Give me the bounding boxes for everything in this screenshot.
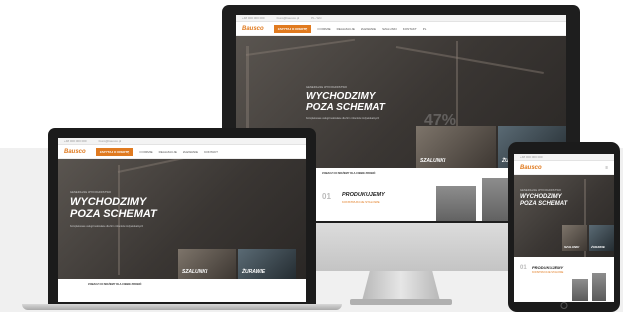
produce-title: PRODUKUJEMY [342, 192, 385, 198]
crane-arm-shape [245, 38, 356, 56]
nav-cta-button[interactable]: ZAPYTAJ O OFERTĘ [273, 24, 312, 33]
content-section: 01 PRODUKUJEMY KONSTRUKCJE STALOWE [514, 257, 614, 301]
imac-foot [350, 299, 452, 305]
hero-text: Kompleksowe usługi budowlane dla firm i … [70, 225, 144, 228]
hero-title-line2: POZA SCHEMAT [520, 201, 568, 207]
tile-label: SZALUNKI [564, 245, 580, 249]
nav-cta-button[interactable]: ZAPYTAJ O OFERTĘ [95, 147, 134, 156]
building-image [572, 279, 588, 301]
main-nav: Bausco ☰ [514, 161, 614, 175]
tile-label: ŻURAWIE [591, 245, 605, 249]
tile-szalunki[interactable]: SZALUNKI [178, 249, 236, 279]
nav-item-o-firmie[interactable]: O FIRMIE [317, 27, 330, 31]
nav-item-kontakt[interactable]: KONTAKT [403, 27, 417, 31]
topbar-email[interactable]: biuro@bausco.pl [277, 16, 300, 20]
hero-title-line1: WYCHODZIMY [520, 194, 562, 200]
site-logo[interactable]: Bausco [64, 149, 86, 155]
nav-item-realizacje[interactable]: REALIZACJE [159, 150, 177, 154]
topbar-phone[interactable]: +48 000 000 000 [64, 139, 87, 143]
main-nav: Bausco ZAPYTAJ O OFERTĘ O FIRMIE REALIZA… [58, 145, 306, 159]
hero-title-line2: POZA SCHEMAT [306, 102, 385, 113]
crane-arm-shape [395, 46, 544, 75]
building-image [592, 273, 606, 301]
tile-szalunki[interactable]: SZALUNKI [562, 225, 587, 251]
building-image [436, 186, 476, 221]
hero-text: Kompleksowe usługi budowlane dla firm i … [306, 117, 380, 120]
hero-kicker: GENERALNE WYKONAWSTWO [520, 189, 562, 192]
tile-label: ŻURAWIE [242, 269, 266, 275]
tablet-device: +48 000 000 000 Bausco ☰ GENERALNE WYKON… [508, 142, 620, 312]
hero-kicker: GENERALNE WYKONAWSTWO [306, 86, 348, 89]
nav-item-o-firmie[interactable]: O FIRMIE [139, 150, 152, 154]
laptop-screen: +48 000 000 000 biuro@bausco.pl Bausco Z… [58, 138, 306, 302]
nav-item-zlewanie[interactable]: ZLEWANIE [183, 150, 198, 154]
produce-title: PRODUKUJEMY [532, 265, 564, 270]
crane-arm-shape [117, 159, 285, 173]
tile-zurawie[interactable]: ŻURAWIE [589, 225, 614, 251]
menu-icon[interactable]: ☰ [605, 166, 608, 170]
nav-item-szalunki[interactable]: SZALUNKI [382, 27, 397, 31]
produce-subtitle: KONSTRUKCJE STALOWE [342, 200, 380, 204]
produce-number: 01 [520, 265, 527, 271]
hero-kicker: GENERALNE WYKONAWSTWO [70, 191, 112, 194]
topbar-phone[interactable]: +48 000 000 000 [242, 16, 265, 20]
home-button-icon[interactable] [560, 302, 568, 309]
produce-subtitle: KONSTRUKCJE STALOWE [532, 271, 564, 274]
tile-szalunki[interactable]: SZALUNKI [416, 126, 496, 168]
tile-label: SZALUNKI [420, 158, 446, 164]
content-section: ZOBACZ CO MOŻEMY DLA CIEBIE ZROBIĆ [58, 279, 306, 302]
hero-title-line2: POZA SCHEMAT [70, 208, 157, 220]
nav-item-zlewanie[interactable]: ZLEWANIE [361, 27, 376, 31]
topbar: +48 000 000 000 [514, 154, 614, 161]
nav-item-realizacje[interactable]: REALIZACJE [337, 27, 355, 31]
tile-zurawie[interactable]: ŻURAWIE [238, 249, 296, 279]
building-image [482, 178, 510, 221]
cta-text[interactable]: ZOBACZ CO MOŻEMY DLA CIEBIE ZROBIĆ [322, 172, 375, 175]
produce-number: 01 [322, 192, 331, 201]
topbar-phone[interactable]: +48 000 000 000 [520, 155, 543, 159]
cta-text[interactable]: ZOBACZ CO MOŻEMY DLA CIEBIE ZROBIĆ [88, 283, 141, 286]
laptop-base [22, 304, 342, 310]
site-logo[interactable]: Bausco [520, 165, 542, 171]
site-logo[interactable]: Bausco [242, 26, 264, 32]
nav-lang-switch[interactable]: PL [423, 27, 427, 31]
main-nav: Bausco ZAPYTAJ O OFERTĘ O FIRMIE REALIZA… [236, 22, 566, 36]
hero-title-line1: WYCHODZIMY [306, 91, 376, 102]
hero-title-line1: WYCHODZIMY [70, 196, 147, 208]
hero-section: GENERALNE WYKONAWSTWO WYCHODZIMY POZA SC… [58, 159, 306, 279]
tile-label: SZALUNKI [182, 269, 208, 275]
hero-section: GENERALNE WYKONAWSTWO WYCHODZIMY POZA SC… [514, 175, 614, 257]
topbar-email[interactable]: biuro@bausco.pl [99, 139, 122, 143]
topbar-lang[interactable]: PL / EN [311, 16, 321, 20]
topbar: +48 000 000 000 biuro@bausco.pl PL / EN [236, 15, 566, 22]
imac-stand [362, 271, 440, 301]
laptop-lid: +48 000 000 000 biuro@bausco.pl Bausco Z… [48, 128, 316, 304]
topbar: +48 000 000 000 biuro@bausco.pl [58, 138, 306, 145]
nav-item-kontakt[interactable]: KONTAKT [204, 150, 218, 154]
tablet-screen: +48 000 000 000 Bausco ☰ GENERALNE WYKON… [514, 154, 614, 302]
